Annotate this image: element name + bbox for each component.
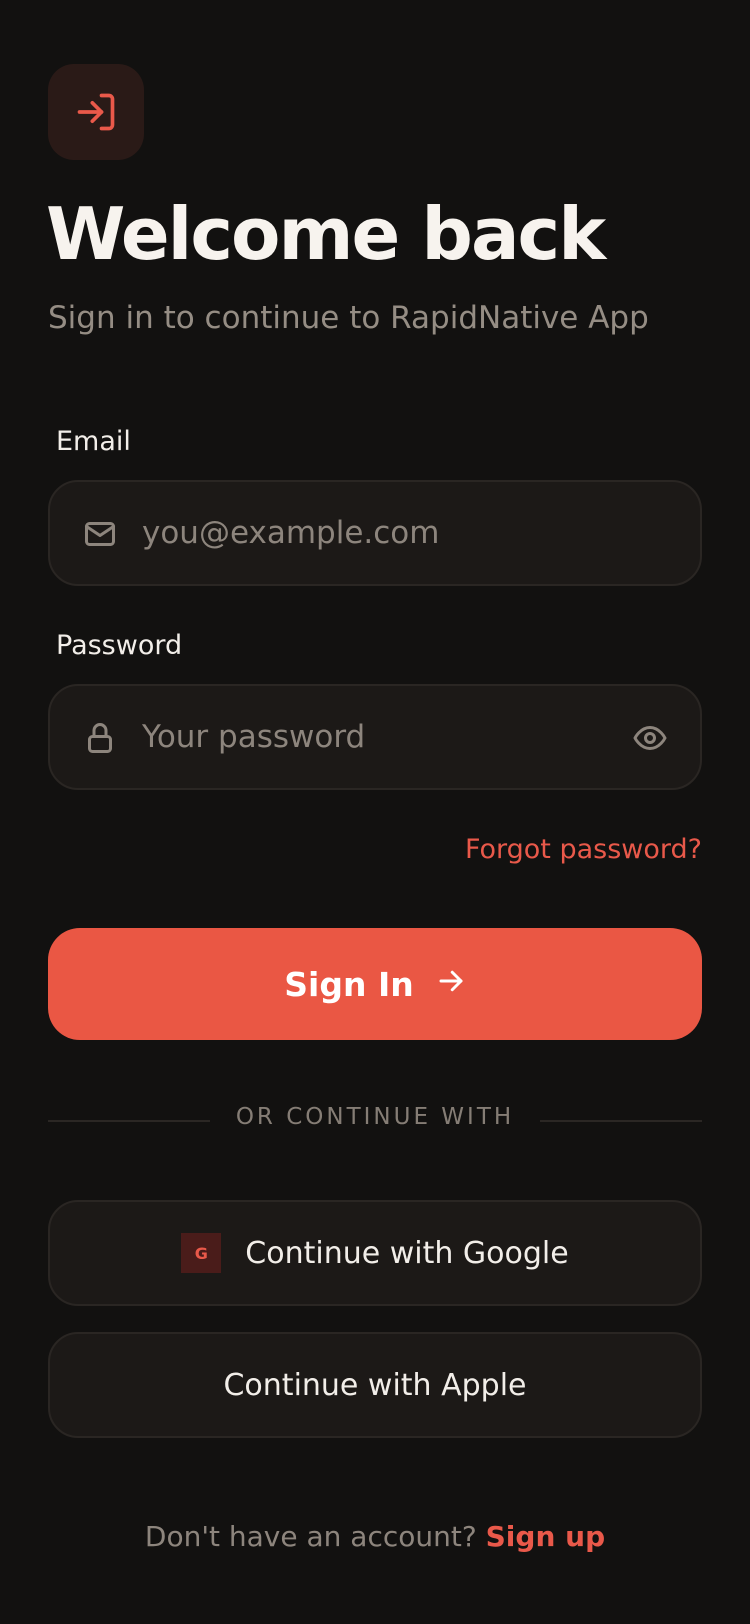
password-input[interactable]: [142, 686, 582, 788]
mail-icon: [82, 516, 118, 552]
password-field[interactable]: [48, 684, 702, 790]
apple-button[interactable]: Continue with Apple: [48, 1332, 702, 1438]
email-field[interactable]: [48, 480, 702, 586]
arrow-right-icon: [436, 965, 466, 1004]
divider-right: [540, 1120, 702, 1122]
google-icon: G: [181, 1233, 222, 1273]
lock-icon: [82, 720, 118, 756]
page-subtitle: Sign in to continue to RapidNative App: [48, 300, 649, 336]
apple-button-label: Continue with Apple: [223, 1367, 527, 1403]
eye-icon[interactable]: [632, 720, 668, 756]
divider-left: [48, 1120, 210, 1122]
email-input[interactable]: [142, 482, 582, 584]
google-button[interactable]: G Continue with Google: [48, 1200, 702, 1306]
login-arrow-icon: [48, 64, 144, 160]
sign-in-label: Sign In: [284, 964, 414, 1004]
signup-prompt-text: Don't have an account?: [144, 1520, 477, 1553]
forgot-password-link[interactable]: Forgot password?: [465, 834, 702, 865]
page-title: Welcome back: [46, 192, 606, 276]
signup-prompt: Don't have an account? Sign up: [0, 1520, 750, 1553]
login-screen: Welcome back Sign in to continue to Rapi…: [0, 0, 750, 1624]
password-label: Password: [56, 630, 183, 661]
google-button-label: Continue with Google: [245, 1235, 569, 1271]
sign-up-link[interactable]: Sign up: [486, 1520, 605, 1553]
divider-label: OR CONTINUE WITH: [235, 1104, 515, 1130]
sign-in-button[interactable]: Sign In: [48, 928, 702, 1040]
email-label: Email: [56, 426, 131, 457]
